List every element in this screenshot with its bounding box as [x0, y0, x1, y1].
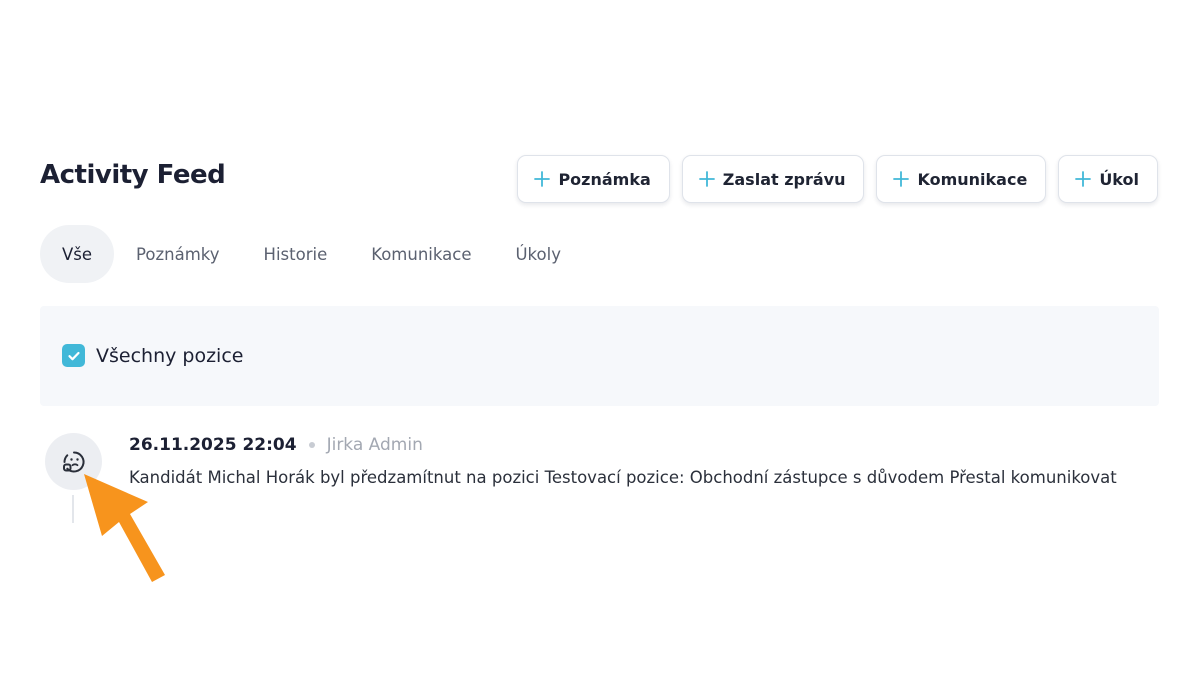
- all-positions-checkbox[interactable]: [62, 344, 85, 367]
- plus-icon: [534, 171, 551, 187]
- plus-icon: [698, 171, 715, 187]
- plus-icon: [893, 171, 910, 187]
- all-positions-label: Všechny pozice: [96, 344, 244, 367]
- add-task-button[interactable]: Úkol: [1058, 155, 1158, 203]
- add-task-label: Úkol: [1099, 169, 1139, 189]
- pointer-arrow-icon: [84, 474, 165, 582]
- feed-item: 26.11.2025 22:04 Jirka Admin Kandidát Mi…: [45, 433, 1155, 533]
- feed-item-date: 26.11.2025 22:04: [129, 435, 297, 455]
- filter-panel: Všechny pozice: [40, 306, 1159, 406]
- feed-item-author: Jirka Admin: [326, 435, 423, 455]
- tab-notes[interactable]: Poznámky: [114, 225, 242, 283]
- tab-tasks[interactable]: Úkoly: [493, 225, 583, 283]
- tab-communication[interactable]: Komunikace: [349, 225, 493, 283]
- tab-all[interactable]: Vše: [40, 225, 115, 283]
- feed-item-message: Kandidát Michal Horák byl předzamítnut n…: [129, 468, 1117, 487]
- send-message-label: Zaslat zprávu: [722, 169, 846, 189]
- feed-item-meta: 26.11.2025 22:04 Jirka Admin: [129, 435, 423, 455]
- page-title: Activity Feed: [40, 160, 226, 190]
- action-buttons: Poznámka Zaslat zprávu Komunikace Úkol: [517, 155, 1158, 203]
- add-note-label: Poznámka: [558, 169, 651, 189]
- separator-dot: [308, 442, 315, 448]
- check-icon: [67, 351, 80, 360]
- plus-icon: [1075, 171, 1092, 187]
- feed-tabs: Vše Poznámky Historie Komunikace Úkoly: [40, 225, 583, 283]
- add-communication-label: Komunikace: [917, 169, 1028, 189]
- send-message-button[interactable]: Zaslat zprávu: [681, 155, 865, 203]
- all-positions-filter: Všechny pozice: [62, 344, 243, 367]
- add-communication-button[interactable]: Komunikace: [876, 155, 1047, 203]
- tab-history[interactable]: Historie: [242, 225, 350, 283]
- timeline-line: [72, 495, 74, 523]
- add-note-button[interactable]: Poznámka: [517, 155, 670, 203]
